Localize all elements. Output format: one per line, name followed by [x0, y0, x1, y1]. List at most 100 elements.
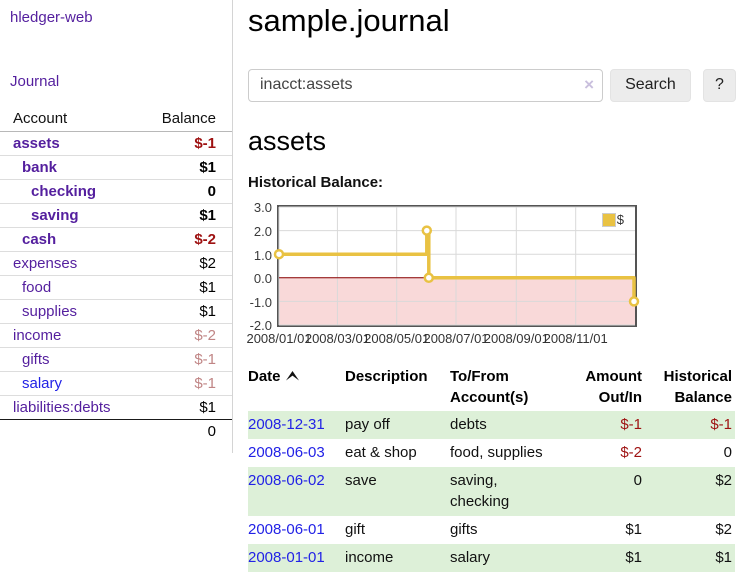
register-body: 2008-12-31pay offdebts$-1$-12008-06-03ea…	[248, 411, 735, 573]
register-amount-cell: $1	[568, 516, 645, 544]
y-tick-label: 1.0	[248, 248, 272, 263]
register-date-link[interactable]: 2008-06-01	[248, 521, 325, 538]
chart-plot-area: $	[277, 205, 637, 327]
sidebar-total-balance: 0	[208, 423, 216, 440]
sidebar-account-link[interactable]: food	[4, 279, 51, 296]
register-table: Date Description To/From Account(s) Amou…	[248, 365, 735, 572]
sidebar-account-row: food $1	[0, 276, 232, 300]
sidebar-account-rows: assets$-1bank$1checking0saving$1cash$-2e…	[0, 132, 232, 420]
register-row: 2008-06-01giftgifts$1$2	[248, 516, 735, 544]
register-accounts-cell: food, supplies	[450, 439, 568, 467]
sidebar-account-balance: $1	[199, 399, 216, 416]
sidebar-account-row: expenses $2	[0, 252, 232, 276]
y-tick-label: -1.0	[248, 295, 272, 310]
sidebar-account-link[interactable]: expenses	[4, 255, 77, 272]
register-date-link[interactable]: 2008-06-02	[248, 472, 325, 489]
x-tick-label: 2008/09/01	[484, 331, 549, 346]
date-column-header[interactable]: Date	[248, 365, 345, 411]
sidebar-account-balance: $-2	[194, 231, 216, 248]
sidebar-account-link[interactable]: assets	[4, 135, 60, 152]
register-row: 2008-12-31pay offdebts$-1$-1	[248, 411, 735, 439]
sidebar-account-row: supplies$1	[0, 300, 232, 324]
search-input[interactable]	[248, 69, 603, 102]
account-column-header: To/From Account(s)	[450, 365, 568, 411]
sidebar-account-link[interactable]: gifts	[4, 351, 50, 368]
page-title: sample.journal	[248, 0, 736, 39]
account-heading: assets	[248, 127, 736, 157]
register-description-cell: pay off	[345, 411, 450, 439]
register-accounts-cell: salary	[450, 544, 568, 572]
register-amount-cell: $1	[568, 544, 645, 572]
register-amount-cell: $-2	[568, 439, 645, 467]
sidebar-account-link[interactable]: bank	[4, 159, 57, 176]
register-accounts-cell: gifts	[450, 516, 568, 544]
sidebar-total-row: 0	[0, 420, 232, 443]
sidebar-account-link[interactable]: checking	[4, 183, 96, 200]
sidebar: hledger-web Journal Account Balance asse…	[0, 0, 233, 453]
x-tick-label: 2008/07/01	[423, 331, 488, 346]
description-column-header: Description	[345, 365, 450, 411]
register-balance-cell: $-1	[645, 411, 735, 439]
register-date-link[interactable]: 2008-06-03	[248, 444, 325, 461]
main-content: sample.journal × Search ? assets Histori…	[248, 0, 736, 572]
search-button[interactable]: Search	[610, 69, 691, 102]
sidebar-account-row: cash $-2	[0, 228, 232, 252]
legend-swatch-icon	[603, 214, 615, 226]
amount-column-header: Amount Out/In	[568, 365, 645, 411]
sidebar-accounts-table: Account Balance assets$-1bank$1checking0…	[0, 107, 232, 443]
app-title-link[interactable]: hledger-web	[0, 0, 232, 26]
x-tick-label: 2008/11/01	[544, 331, 608, 346]
register-date-cell: 2008-01-01	[248, 544, 345, 572]
sidebar-account-balance: $-1	[194, 351, 216, 368]
register-accounts-cell: debts	[450, 411, 568, 439]
sidebar-account-balance: $-2	[194, 327, 216, 344]
sort-ascending-icon	[286, 367, 299, 387]
sidebar-account-link[interactable]: salary	[4, 375, 62, 392]
sidebar-account-row: salary $-1	[0, 372, 232, 396]
register-description-cell: income	[345, 544, 450, 572]
balance-column-header: Historical Balance	[645, 365, 735, 411]
chart-title: Historical Balance:	[248, 174, 736, 191]
search-form: × Search ?	[248, 69, 736, 102]
sidebar-account-link[interactable]: income	[4, 327, 61, 344]
chart-legend: $	[602, 212, 625, 227]
legend-label: $	[617, 212, 624, 227]
sidebar-account-link[interactable]: supplies	[4, 303, 77, 320]
clear-search-icon[interactable]: ×	[584, 75, 594, 95]
sidebar-account-balance: $-1	[194, 135, 216, 152]
sidebar-account-row: gifts $-1	[0, 348, 232, 372]
sidebar-account-balance: $2	[199, 255, 216, 272]
sidebar-account-link[interactable]: saving	[4, 207, 79, 224]
sidebar-account-balance: $1	[199, 207, 216, 224]
register-description-cell: eat & shop	[345, 439, 450, 467]
sidebar-accounts-header: Account Balance	[0, 107, 232, 132]
register-date-cell: 2008-12-31	[248, 411, 345, 439]
sidebar-account-balance: 0	[208, 183, 216, 200]
help-button[interactable]: ?	[703, 69, 736, 102]
chart-x-axis: 2008/01/012008/03/012008/05/012008/07/01…	[279, 331, 635, 347]
sidebar-account-balance: $1	[199, 279, 216, 296]
register-date-link[interactable]: 2008-01-01	[248, 549, 325, 566]
sidebar-account-row: liabilities:debts $1	[0, 396, 232, 420]
register-row: 2008-06-02savesaving, checking0$2	[248, 467, 735, 516]
register-amount-cell: 0	[568, 467, 645, 516]
register-balance-cell: 0	[645, 439, 735, 467]
register-date-link[interactable]: 2008-12-31	[248, 416, 325, 433]
register-description-cell: gift	[345, 516, 450, 544]
sidebar-account-row: bank$1	[0, 156, 232, 180]
sidebar-account-row: income $-2	[0, 324, 232, 348]
search-box: ×	[248, 69, 603, 102]
sidebar-account-link[interactable]: liabilities:debts	[4, 399, 111, 416]
register-accounts-cell: saving, checking	[450, 467, 568, 516]
register-date-cell: 2008-06-02	[248, 467, 345, 516]
register-date-cell: 2008-06-03	[248, 439, 345, 467]
sidebar-account-balance: $-1	[194, 375, 216, 392]
register-description-cell: save	[345, 467, 450, 516]
date-header-label: Date	[248, 368, 281, 385]
register-amount-cell: $-1	[568, 411, 645, 439]
sidebar-account-link[interactable]: cash	[4, 231, 56, 248]
x-tick-label: 2008/01/01	[246, 331, 311, 346]
sidebar-item-journal[interactable]: Journal	[10, 73, 232, 90]
account-column-header: Account	[13, 110, 67, 127]
register-date-cell: 2008-06-01	[248, 516, 345, 544]
